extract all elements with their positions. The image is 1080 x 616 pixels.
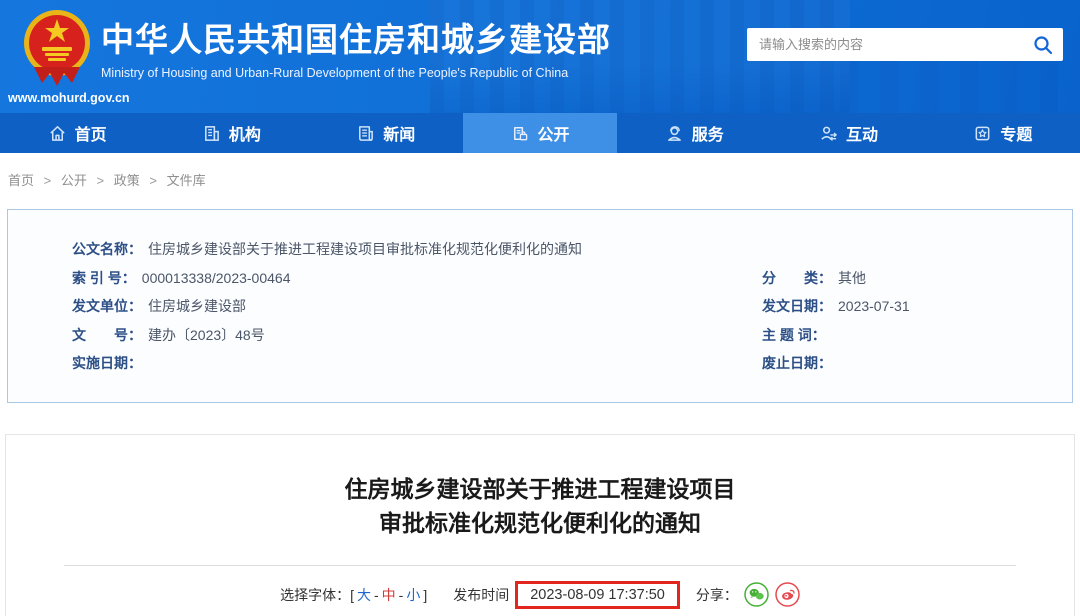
breadcrumb-item-home[interactable]: 首页 [8, 173, 34, 188]
font-size-medium[interactable]: 中 [382, 585, 396, 605]
issuing-unit-value: 住房城乡建设部 [148, 298, 246, 315]
divider [64, 564, 1016, 566]
breadcrumb-separator: > [96, 173, 105, 188]
nav-item-interaction[interactable]: 互动 [771, 113, 925, 153]
index-number-value: 000013338/2023-00464 [141, 269, 291, 286]
doc-name-value: 住房城乡建设部关于推进工程建设项目审批标准化规范化便利化的通知 [148, 241, 582, 258]
site-subtitle: Ministry of Housing and Urban-Rural Deve… [101, 66, 569, 80]
font-size-large[interactable]: 大 [357, 585, 371, 605]
national-emblem-icon [24, 10, 90, 86]
home-icon [49, 125, 65, 141]
doc-name-label: 公文名称： [72, 241, 142, 258]
publish-time-label: 发布时间 [453, 586, 510, 603]
doc-info-row: 公文名称： 住房城乡建设部关于推进工程建设项目审批标准化规范化便利化的通知 [72, 235, 1042, 264]
issue-date-label: 发文日期： [762, 298, 832, 315]
category-label: 分 类： [762, 269, 832, 286]
site-header: www.mohurd.gov.cn 中华人民共和国住房和城乡建设部 Minist… [0, 0, 1080, 113]
wechat-icon[interactable] [744, 582, 769, 607]
doc-number-label: 文 号： [72, 326, 142, 343]
nav-label: 互动 [846, 127, 879, 144]
building-backdrop-2 [840, 58, 1080, 113]
share-icons [744, 582, 800, 607]
search-box[interactable] [747, 28, 1063, 61]
article-title-line2: 审批标准化规范化便利化的通知 [379, 509, 701, 536]
font-size-selector: 选择字体：[ 大 - 中 - 小 ] [280, 585, 427, 605]
site-url: www.mohurd.gov.cn [8, 91, 130, 105]
nav-label: 机构 [228, 127, 261, 144]
issuing-unit-label: 发文单位： [72, 298, 142, 315]
search-input[interactable] [759, 37, 1033, 52]
font-size-small[interactable]: 小 [406, 585, 420, 605]
breadcrumb-separator: > [43, 173, 52, 188]
article-title-line1: 住房城乡建设部关于推进工程建设项目 [344, 475, 736, 502]
article-title: 住房城乡建设部关于推进工程建设项目 审批标准化规范化便利化的通知 [6, 472, 1074, 540]
breadcrumb-item-library[interactable]: 文件库 [167, 173, 206, 188]
doc-info-row: 索 引 号： 000013338/2023-00464 分 类： 其他 [72, 264, 1042, 293]
doc-info-row: 实施日期： 废止日期： [72, 349, 1042, 378]
breadcrumb-item-policy[interactable]: 政策 [114, 173, 140, 188]
nav-item-service[interactable]: 服务 [617, 113, 771, 153]
service-person-icon [667, 125, 681, 141]
building-icon [204, 125, 219, 141]
nav-label: 公开 [537, 127, 570, 144]
font-selector-close: ] [423, 586, 428, 603]
publish-time-value: 2023-08-09 17:37:50 [515, 580, 680, 609]
font-selector-label: 选择字体：[ [280, 586, 354, 603]
breadcrumb-separator: > [149, 173, 157, 188]
category-value: 其他 [838, 269, 866, 286]
article-meta-row: 选择字体：[ 大 - 中 - 小 ] 发布时间 2023-08-09 17:37… [6, 580, 1074, 609]
index-number-label: 索 引 号： [72, 269, 136, 286]
nav-label: 服务 [691, 127, 724, 144]
doc-number-value: 建办〔2023〕48号 [148, 326, 265, 343]
nav-item-topics[interactable]: 专题 [926, 113, 1080, 153]
document-info-box: 公文名称： 住房城乡建设部关于推进工程建设项目审批标准化规范化便利化的通知 索 … [7, 209, 1073, 403]
news-icon [359, 125, 374, 141]
star-topic-icon [975, 126, 990, 140]
main-nav: 首页 机构 新闻 公开 服务 互动 专题 [0, 113, 1080, 153]
nav-item-org[interactable]: 机构 [154, 113, 308, 153]
repeal-date-label: 废止日期： [762, 355, 832, 372]
nav-item-home[interactable]: 首页 [0, 113, 154, 153]
nav-label: 新闻 [383, 127, 416, 144]
doc-info-row: 发文单位： 住房城乡建设部 发文日期： 2023-07-31 [72, 292, 1042, 321]
nav-item-news[interactable]: 新闻 [309, 113, 463, 153]
disclosure-doc-icon [514, 126, 528, 140]
nav-item-disclosure[interactable]: 公开 [462, 113, 618, 153]
breadcrumb-item-disclosure[interactable]: 公开 [61, 173, 87, 188]
nav-label: 首页 [74, 127, 107, 144]
share-label: 分享： [695, 586, 738, 603]
nav-label: 专题 [1000, 127, 1033, 144]
weibo-icon[interactable] [775, 582, 800, 607]
site-title: 中华人民共和国住房和城乡建设部 [101, 21, 611, 58]
font-separator: - [374, 586, 379, 603]
doc-info-row: 文 号： 建办〔2023〕48号 主 题 词： [72, 321, 1042, 350]
issue-date-value: 2023-07-31 [838, 298, 910, 315]
font-separator: - [398, 586, 404, 603]
search-icon[interactable] [1033, 35, 1053, 55]
effective-date-label: 实施日期： [72, 355, 142, 372]
article-card: 住房城乡建设部关于推进工程建设项目 审批标准化规范化便利化的通知 选择字体：[ … [5, 433, 1075, 616]
interaction-person-icon [821, 126, 838, 141]
breadcrumb: 首页 > 公开 > 政策 > 文件库 [0, 153, 1080, 203]
subject-words-label: 主 题 词： [762, 326, 826, 343]
